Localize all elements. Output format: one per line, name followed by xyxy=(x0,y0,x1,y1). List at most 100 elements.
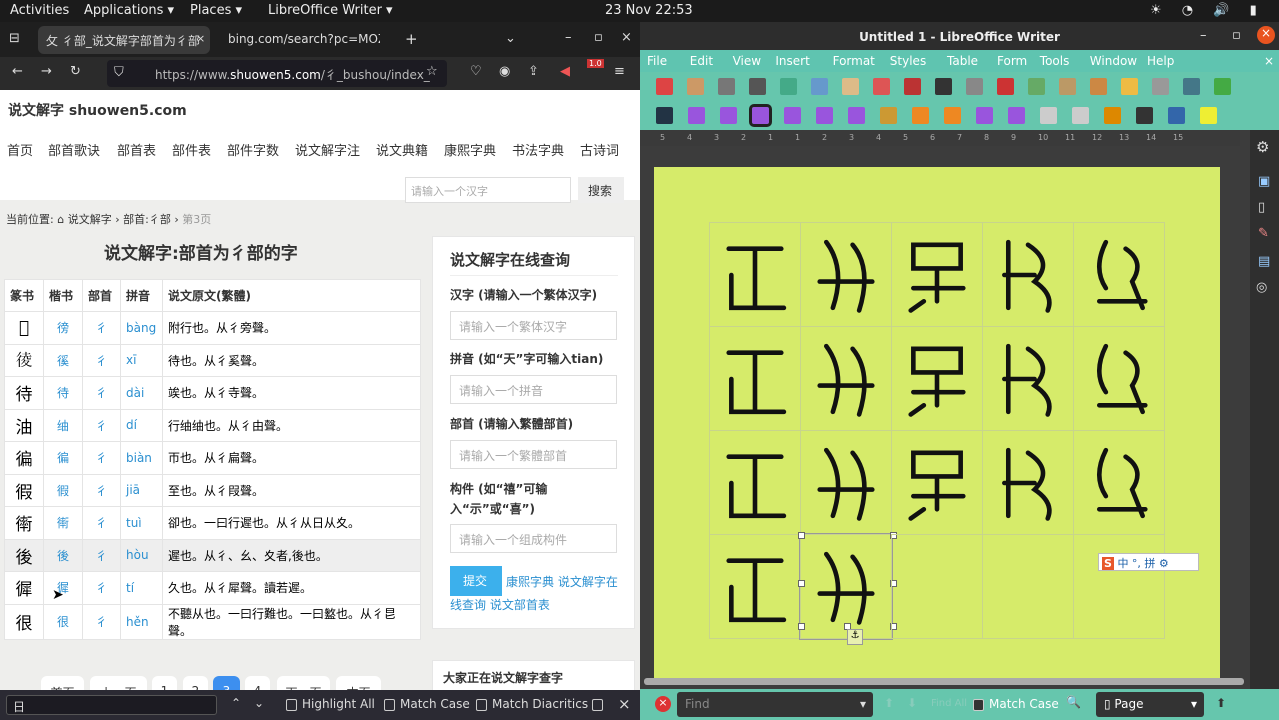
save-icon[interactable] xyxy=(873,78,890,95)
new-document-icon[interactable] xyxy=(811,78,828,95)
menu-edit[interactable]: Edit xyxy=(690,54,713,68)
selection-handle[interactable] xyxy=(798,580,805,587)
table-cell[interactable] xyxy=(982,430,1074,535)
table-cell[interactable] xyxy=(982,326,1074,431)
navigator-icon[interactable]: ▤ xyxy=(1258,254,1270,269)
nav-link[interactable]: 康熙字典 xyxy=(444,140,496,159)
bookmark-star-icon[interactable]: ☆ xyxy=(426,64,438,79)
radical-link[interactable]: 彳 xyxy=(82,506,121,540)
close-window-icon[interactable]: × xyxy=(1257,26,1275,44)
page-icon[interactable]: ▯ xyxy=(1258,200,1265,215)
maximize-icon[interactable]: ▫ xyxy=(1232,28,1241,43)
radical-link[interactable]: 彳 xyxy=(82,538,121,572)
pinyin-link[interactable]: dài xyxy=(120,376,163,410)
wrap-right-icon[interactable] xyxy=(816,107,833,124)
site-search-button[interactable]: 搜索 xyxy=(578,177,624,203)
pdf-icon[interactable] xyxy=(904,78,921,95)
radical-table-link[interactable]: 说文部首表 xyxy=(490,598,550,612)
anchor-icon[interactable]: ⚓ xyxy=(847,629,863,645)
refresh-icon[interactable] xyxy=(718,78,735,95)
whole-words-checkbox[interactable] xyxy=(592,697,608,711)
styles-icon[interactable]: ▣ xyxy=(1258,174,1270,189)
radical-link[interactable]: 彳 xyxy=(82,473,121,507)
menu-file[interactable]: File xyxy=(647,54,667,68)
site-search-input[interactable]: 请输入一个汉字 xyxy=(405,177,571,203)
find-all-button[interactable]: Find All xyxy=(931,698,967,709)
nav-link[interactable]: 部首表 xyxy=(117,140,156,159)
nav-link[interactable]: 说文典籍 xyxy=(376,140,428,159)
extensions-icon[interactable]: ⇪ xyxy=(528,64,539,79)
pinyin-link[interactable]: xī xyxy=(120,343,163,377)
breadcrumb-home[interactable]: 说文解字 xyxy=(68,213,112,226)
manage-changes-icon[interactable]: ◎ xyxy=(1256,280,1267,295)
selection-handle[interactable] xyxy=(798,623,805,630)
menu-tools[interactable]: Tools xyxy=(1040,54,1070,68)
applications-menu[interactable]: Applications ▾ xyxy=(84,3,174,18)
seal-script-glyph-image[interactable] xyxy=(715,333,795,425)
pinyin-link[interactable]: tuì xyxy=(120,506,163,540)
selection-handle[interactable] xyxy=(798,532,805,539)
bring-front-icon[interactable] xyxy=(912,107,929,124)
table-cell[interactable] xyxy=(709,326,801,431)
close-tab-icon[interactable]: × xyxy=(196,32,205,45)
seal-script-glyph-image[interactable] xyxy=(897,229,977,321)
table-cell[interactable] xyxy=(1073,534,1165,639)
to-background-icon[interactable] xyxy=(1072,107,1089,124)
find-previous-icon[interactable]: ⌃ xyxy=(231,696,241,710)
seal-script-glyph-image[interactable] xyxy=(897,333,977,425)
find-previous-icon[interactable]: ⬆ xyxy=(884,696,894,710)
find-next-icon[interactable]: ⌄ xyxy=(254,696,264,710)
table-cell[interactable] xyxy=(891,430,983,535)
copy-icon[interactable] xyxy=(1028,78,1045,95)
seal-script-glyph-image[interactable] xyxy=(806,541,886,633)
backward-one-icon[interactable] xyxy=(976,107,993,124)
nav-link[interactable]: 部件表 xyxy=(172,140,211,159)
reload-icon[interactable]: ↻ xyxy=(70,64,81,79)
table-cell[interactable] xyxy=(1073,222,1165,327)
menu-window[interactable]: Window xyxy=(1090,54,1137,68)
menu-format[interactable]: Format xyxy=(833,54,875,68)
print-icon[interactable] xyxy=(935,78,952,95)
menu-table[interactable]: Table xyxy=(947,54,978,68)
table-cell[interactable] xyxy=(800,430,892,535)
match-case-checkbox[interactable]: Match Case xyxy=(973,697,1059,711)
frame-color-icon[interactable] xyxy=(1168,107,1185,124)
activities-button[interactable]: Activities xyxy=(10,3,69,18)
borders-icon[interactable] xyxy=(1104,107,1121,124)
clone-formatting-icon[interactable] xyxy=(1090,78,1107,95)
seal-script-glyph-image[interactable] xyxy=(988,229,1068,321)
close-find-toolbar-icon[interactable]: × xyxy=(655,696,671,712)
seal-script-glyph-image[interactable] xyxy=(1079,333,1159,425)
component-input[interactable]: 请输入一个组成构件 xyxy=(450,524,617,553)
horizontal-scrollbar[interactable] xyxy=(644,678,1244,685)
chevron-down-icon[interactable]: ⌄ xyxy=(505,31,516,46)
menu-view[interactable]: View xyxy=(733,54,761,68)
pinyin-link[interactable]: tí xyxy=(120,571,163,605)
menu-insert[interactable]: Insert xyxy=(775,54,809,68)
align-objects-icon[interactable] xyxy=(880,107,897,124)
radical-input[interactable]: 请输入一个繁體部首 xyxy=(450,440,617,469)
seal-script-glyph-image[interactable] xyxy=(988,437,1068,529)
gallery-icon[interactable]: ✎ xyxy=(1258,226,1269,241)
radical-link[interactable]: 彳 xyxy=(82,376,121,410)
export-icon[interactable] xyxy=(687,78,704,95)
kaishu-link[interactable]: 很 xyxy=(43,603,83,640)
settings-icon[interactable] xyxy=(749,78,766,95)
app-menu[interactable]: LibreOffice Writer ▾ xyxy=(268,3,393,18)
extension-badge[interactable]: 1.0 xyxy=(587,59,604,68)
table-cell[interactable] xyxy=(800,222,892,327)
tab-list-icon[interactable]: ⊟ xyxy=(9,31,20,46)
radical-link[interactable]: 彳 xyxy=(82,571,121,605)
find-replace-icon[interactable] xyxy=(1183,78,1200,95)
back-icon[interactable]: ← xyxy=(12,64,23,79)
table-cell[interactable] xyxy=(982,534,1074,639)
nav-link[interactable]: 书法字典 xyxy=(512,140,564,159)
kaishu-link[interactable]: 徯 xyxy=(43,343,83,377)
table-cell[interactable] xyxy=(1073,326,1165,431)
kaishu-link[interactable]: 徦 xyxy=(43,473,83,507)
find-input[interactable]: Find ▾ xyxy=(677,692,873,717)
places-menu[interactable]: Places ▾ xyxy=(190,3,242,18)
kaishu-link[interactable]: 䌷 xyxy=(43,408,83,442)
minimize-icon[interactable]: – xyxy=(1200,28,1207,43)
paste-icon[interactable] xyxy=(1059,78,1076,95)
